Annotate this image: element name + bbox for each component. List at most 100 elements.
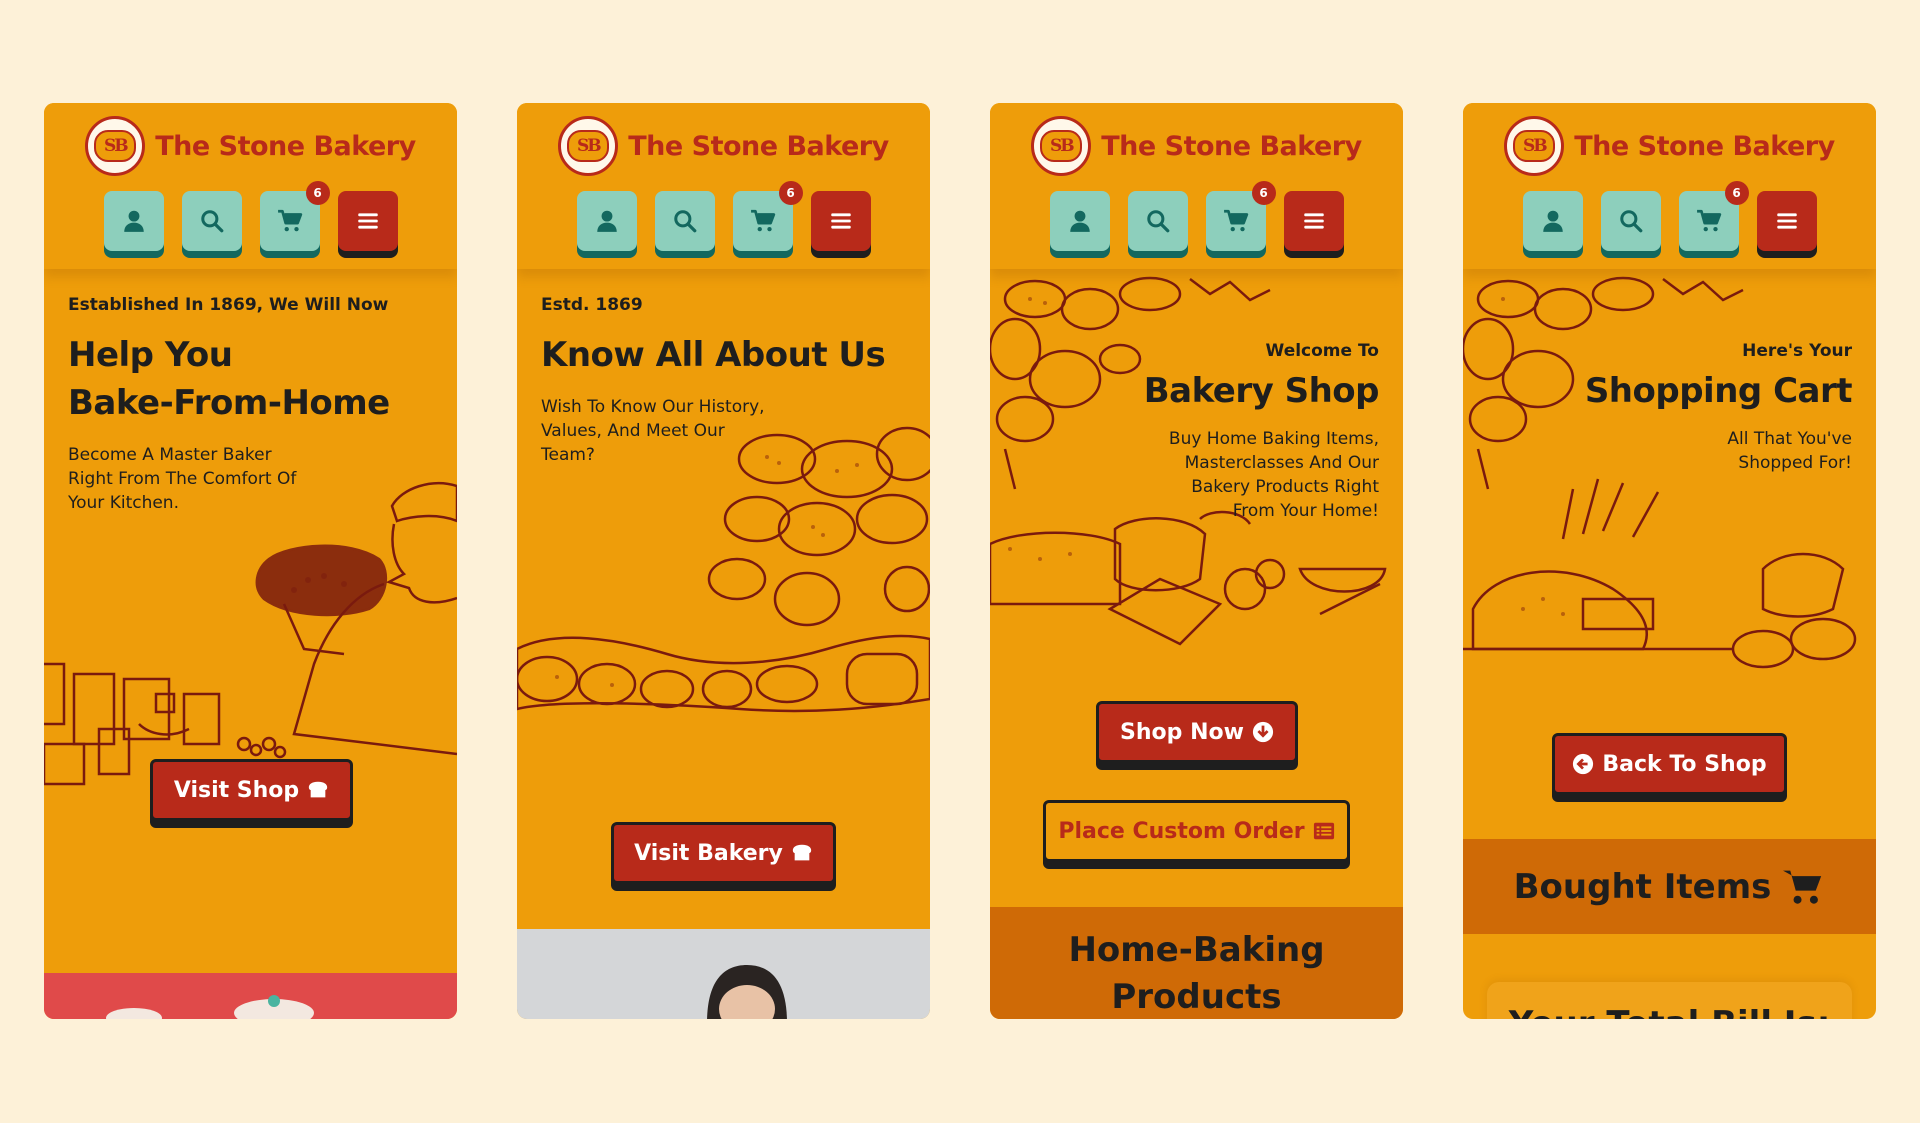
hero-title-line: Help You xyxy=(68,335,233,375)
user-icon xyxy=(123,210,144,232)
bread-icon xyxy=(309,781,328,798)
hero-description-line: Shopped For! xyxy=(1738,453,1852,473)
logo: SB xyxy=(85,116,146,176)
hero-description-line: All That You've xyxy=(1727,429,1852,449)
search-button[interactable] xyxy=(1600,191,1661,251)
visit-shop-button[interactable]: Visit Shop xyxy=(150,759,353,821)
hero-kicker: Here's Your xyxy=(1742,341,1852,361)
hero: Estd. 1869 Know All About Us Wish To Kno… xyxy=(517,269,930,1019)
header: SB The Stone Bakery 6 xyxy=(517,103,930,269)
place-custom-order-button[interactable]: Place Custom Order xyxy=(1043,800,1350,862)
header: SB The Stone Bakery 6 xyxy=(44,103,457,269)
baker-illustration xyxy=(44,481,457,786)
menu-button[interactable] xyxy=(810,191,871,251)
logo-mark: SB xyxy=(94,130,137,162)
cart-icon xyxy=(277,209,302,232)
menu-icon xyxy=(357,213,378,229)
hero-description: All That You've Shopped For! xyxy=(1727,427,1852,475)
featured-image-strip xyxy=(44,973,457,1019)
list-icon xyxy=(1313,822,1334,840)
brand-name: The Stone Bakery xyxy=(155,130,416,162)
visit-bakery-label: Visit Bakery xyxy=(634,840,783,866)
search-icon xyxy=(1146,210,1169,233)
brand[interactable]: SB The Stone Bakery xyxy=(990,116,1403,176)
account-button[interactable] xyxy=(1522,191,1583,251)
logo-mark: SB xyxy=(1040,130,1083,162)
cart-count-badge: 6 xyxy=(778,181,803,205)
phone-screen-shop: SB The Stone Bakery 6 Welcome To Bakery … xyxy=(990,103,1403,1019)
cart-button[interactable]: 6 xyxy=(1205,181,1276,251)
menu-button[interactable] xyxy=(1283,191,1344,251)
person-photo xyxy=(707,965,787,1019)
search-button[interactable] xyxy=(654,191,715,251)
hero-title: Help You Bake-From-Home xyxy=(68,331,390,427)
phone-screen-home: SB The Stone Bakery 6 Established In 186… xyxy=(44,103,457,1019)
brand[interactable]: SB The Stone Bakery xyxy=(1463,116,1876,176)
cart-icon xyxy=(1223,209,1248,232)
icon-bar: 6 xyxy=(44,181,457,251)
header: SB The Stone Bakery 6 xyxy=(990,103,1403,269)
icon-bar: 6 xyxy=(1463,181,1876,251)
hero-title-line: Bake-From-Home xyxy=(68,383,390,423)
account-button[interactable] xyxy=(1049,191,1110,251)
logo: SB xyxy=(1504,116,1565,176)
logo-mark: SB xyxy=(567,130,610,162)
arrow-down-circle-icon xyxy=(1252,721,1274,743)
hero-kicker: Welcome To xyxy=(1265,341,1379,361)
total-bill-label: Your Total Bill Is: xyxy=(1487,1004,1852,1019)
cart-button[interactable]: 6 xyxy=(732,181,803,251)
phone-screen-about: SB The Stone Bakery 6 Estd. 1869 Know Al… xyxy=(517,103,930,1019)
search-button[interactable] xyxy=(181,191,242,251)
bought-items-section: Bought Items xyxy=(1463,839,1876,934)
cart-icon xyxy=(1696,209,1721,232)
section-title-line: Products xyxy=(1111,977,1282,1017)
place-custom-order-label: Place Custom Order xyxy=(1058,818,1305,844)
logo: SB xyxy=(558,116,619,176)
menu-button[interactable] xyxy=(1756,191,1817,251)
bread-wheat-illustration xyxy=(1463,276,1857,669)
shop-now-label: Shop Now xyxy=(1120,719,1244,745)
user-icon xyxy=(596,210,617,232)
phone-screen-cart: SB The Stone Bakery 6 Here's Your Shoppi… xyxy=(1463,103,1876,1019)
back-to-shop-button[interactable]: Back To Shop xyxy=(1552,733,1787,795)
hero-description-line: From Your Home! xyxy=(1232,501,1379,521)
hero-description: Buy Home Baking Items, Masterclasses And… xyxy=(1169,427,1379,523)
home-baking-products-section: Home-Baking Products xyxy=(990,907,1403,1019)
cart-button[interactable]: 6 xyxy=(1678,181,1749,251)
search-icon xyxy=(673,210,696,233)
hero: Here's Your Shopping Cart All That You'v… xyxy=(1463,269,1876,1019)
account-button[interactable] xyxy=(103,191,164,251)
cart-count-badge: 6 xyxy=(1251,181,1276,205)
menu-button[interactable] xyxy=(337,191,398,251)
arrow-left-circle-icon xyxy=(1573,753,1594,775)
cart-button[interactable]: 6 xyxy=(259,181,330,251)
menu-icon xyxy=(1303,213,1324,229)
bread-basket-illustration xyxy=(517,426,930,713)
cart-count-badge: 6 xyxy=(1724,181,1749,205)
icon-bar: 6 xyxy=(990,181,1403,251)
bread-icon xyxy=(792,844,812,861)
cart-icon xyxy=(1783,870,1822,904)
hero-kicker: Estd. 1869 xyxy=(541,295,643,315)
brand-name: The Stone Bakery xyxy=(1101,130,1362,162)
hero-description-line: Bakery Products Right xyxy=(1191,477,1379,497)
menu-icon xyxy=(1776,213,1797,229)
cart-icon xyxy=(750,209,775,232)
search-icon xyxy=(1619,210,1642,233)
brand[interactable]: SB The Stone Bakery xyxy=(517,116,930,176)
shop-now-button[interactable]: Shop Now xyxy=(1096,701,1298,763)
brand[interactable]: SB The Stone Bakery xyxy=(44,116,457,176)
cake-image xyxy=(106,995,314,1019)
account-button[interactable] xyxy=(576,191,637,251)
section-title-line: Home-Baking xyxy=(1068,930,1325,970)
brand-name: The Stone Bakery xyxy=(1574,130,1835,162)
hero-title: Shopping Cart xyxy=(1584,371,1853,411)
visit-bakery-button[interactable]: Visit Bakery xyxy=(611,822,836,884)
bought-items-title: Bought Items xyxy=(1513,866,1772,907)
header: SB The Stone Bakery 6 xyxy=(1463,103,1876,269)
user-icon xyxy=(1069,210,1090,232)
back-to-shop-label: Back To Shop xyxy=(1602,751,1767,777)
total-bill-card: Your Total Bill Is: xyxy=(1487,982,1852,1019)
logo-mark: SB xyxy=(1513,130,1556,162)
search-button[interactable] xyxy=(1127,191,1188,251)
